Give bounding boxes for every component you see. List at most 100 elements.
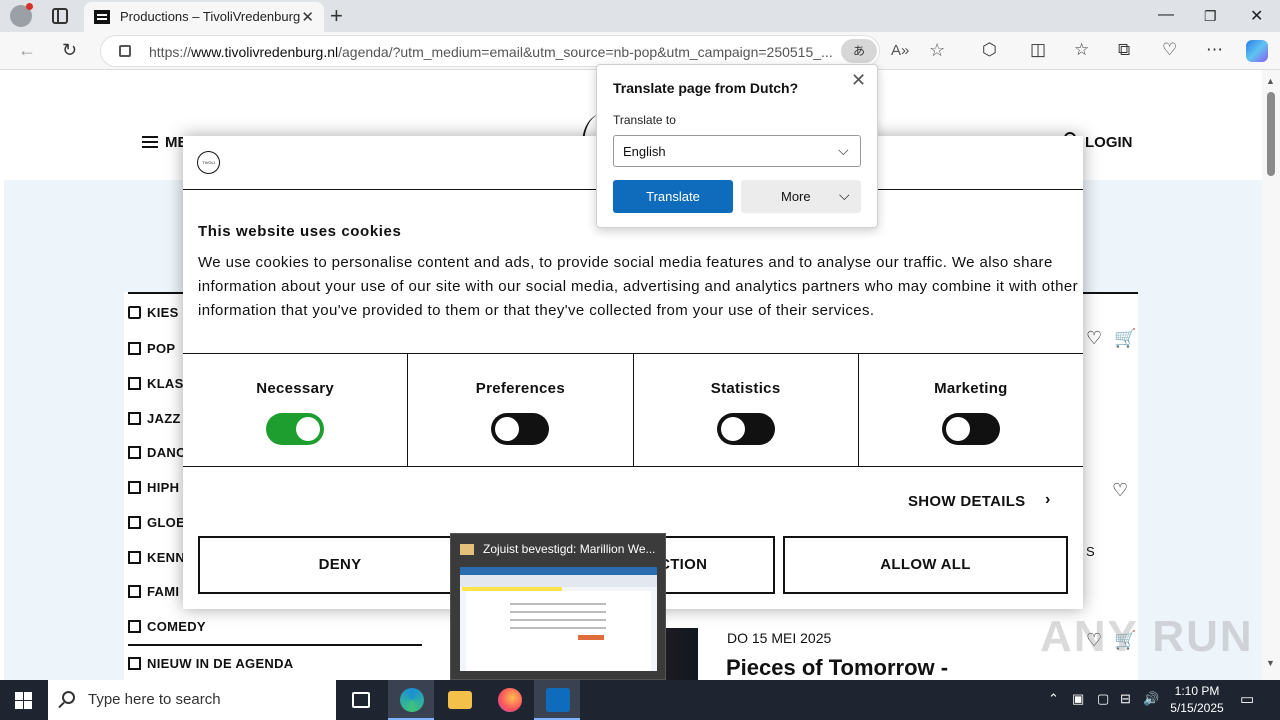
translate-button[interactable]: Translate (613, 180, 733, 213)
edge-icon[interactable] (388, 680, 434, 720)
chevron-up-icon[interactable]: ⌃ (1048, 691, 1059, 707)
favorite-star-icon[interactable]: ☆ (929, 40, 945, 61)
performance-icon[interactable]: ♡ (1162, 40, 1177, 60)
filter-checkbox[interactable]: KENN (128, 550, 185, 565)
necessary-toggle[interactable] (266, 413, 325, 445)
close-tab-icon[interactable]: ✕ (301, 8, 314, 26)
checkbox-icon[interactable] (128, 551, 141, 564)
toggle-knob (495, 417, 520, 441)
refresh-icon[interactable]: ↻ (62, 40, 77, 61)
lock-icon[interactable] (119, 45, 131, 57)
new-tab-icon[interactable]: + (330, 3, 343, 29)
task-view-icon[interactable] (338, 680, 384, 720)
language-select[interactable]: English ⌵ (613, 135, 861, 167)
filter-checkbox[interactable]: JAZZ (128, 411, 181, 426)
clock-date: 5/15/2025 (1170, 701, 1224, 715)
checkbox-icon[interactable] (128, 446, 141, 459)
statistics-toggle[interactable] (716, 413, 775, 445)
heart-icon[interactable]: ♡ (1086, 328, 1102, 349)
checkbox-icon[interactable] (128, 657, 141, 670)
filter-checkbox[interactable]: FAMI (128, 584, 179, 599)
checkbox-icon[interactable] (128, 585, 141, 598)
outlook-icon[interactable] (534, 680, 580, 720)
login-link[interactable]: LOGIN (1085, 134, 1133, 151)
minimize-icon[interactable]: — (1158, 6, 1174, 24)
translate-icon[interactable]: あ (841, 39, 877, 63)
show-details-link[interactable]: SHOW DETAILS (908, 493, 1025, 510)
cookie-body-text: We use cookies to personalise content an… (198, 254, 1078, 319)
taskbar-search[interactable]: Type here to search (48, 680, 336, 720)
vertical-scrollbar[interactable]: ▲ ▼ (1262, 70, 1280, 680)
thumbnail-image[interactable] (460, 567, 657, 671)
device-icon[interactable]: ▢ (1097, 691, 1109, 707)
checkbox-icon[interactable] (128, 481, 141, 494)
tab-actions-icon[interactable] (52, 8, 68, 24)
calendar-icon (128, 306, 141, 319)
back-icon[interactable]: ← (18, 40, 36, 61)
network-icon[interactable]: ⊟ (1120, 691, 1131, 707)
browser-tab-bar: Productions – TivoliVredenburg ✕ + — ❐ ✕ (0, 0, 1280, 32)
checkbox-icon[interactable] (128, 516, 141, 529)
collections-icon[interactable]: ⧉ (1118, 40, 1130, 60)
category-label: Necessary (256, 380, 335, 397)
windows-taskbar: Type here to search ⌃ ▣ ▢ ⊟ 🔊 1:10 PM 5/… (0, 680, 1280, 720)
scrollbar-thumb[interactable] (1267, 92, 1275, 176)
translate-title: Translate page from Dutch? (613, 80, 799, 96)
close-window-icon[interactable]: ✕ (1250, 6, 1263, 26)
filter-checkbox[interactable]: GLOE (128, 515, 185, 530)
volume-icon[interactable]: 🔊 (1143, 691, 1159, 707)
browser-tab[interactable]: Productions – TivoliVredenburg ✕ (84, 2, 324, 32)
more-button[interactable]: More ⌵ (741, 180, 861, 213)
category-necessary: Necessary (183, 354, 409, 466)
translate-to-label: Translate to (613, 113, 676, 127)
close-icon[interactable]: ✕ (851, 70, 866, 91)
preview-titlebar (460, 567, 657, 575)
extensions-icon[interactable]: ⬡ (982, 40, 997, 60)
more-icon[interactable]: ⋯ (1206, 40, 1223, 60)
event-title[interactable]: Pieces of Tomorrow - (726, 655, 948, 680)
deny-button[interactable]: DENY (198, 536, 482, 594)
preview-text-line (510, 603, 606, 605)
tivoli-logo: TIVOLI (197, 151, 220, 174)
read-aloud-icon[interactable]: A» (891, 42, 909, 59)
marketing-toggle[interactable] (941, 413, 1000, 445)
file-explorer-icon[interactable] (436, 680, 482, 720)
profile-icon[interactable] (10, 3, 33, 27)
windows-start-icon[interactable] (15, 692, 32, 709)
site-favicon-icon (94, 10, 110, 24)
favorites-icon[interactable]: ☆ (1074, 40, 1089, 60)
toggle-knob (720, 417, 745, 441)
hamburger-icon[interactable] (142, 136, 158, 148)
filter-checkbox[interactable]: POP (128, 341, 175, 356)
system-clock[interactable]: 1:10 PM 5/15/2025 (1162, 683, 1232, 717)
scroll-down-icon[interactable]: ▼ (1266, 658, 1275, 668)
checkbox-icon[interactable] (128, 620, 141, 633)
filter-checkbox[interactable]: NIEUW IN DE AGENDA (128, 656, 293, 671)
preview-text-line (510, 619, 606, 621)
outlook-tray-icon[interactable]: ▣ (1072, 691, 1084, 707)
restore-icon[interactable]: ❐ (1204, 8, 1217, 25)
firefox-icon[interactable] (486, 680, 532, 720)
filter-checkbox[interactable]: KLAS (128, 376, 184, 391)
cart-icon[interactable]: 🛒 (1114, 328, 1136, 349)
checkbox-icon[interactable] (128, 412, 141, 425)
checkbox-icon[interactable] (128, 342, 141, 355)
notification-icon[interactable]: ▭ (1240, 690, 1254, 708)
cookie-categories: Necessary Preferences Statistics Marketi… (183, 353, 1083, 467)
checkbox-icon[interactable] (128, 377, 141, 390)
taskbar-thumbnail-preview[interactable]: Zojuist bevestigd: Marillion We... (450, 533, 666, 680)
preferences-toggle[interactable] (491, 413, 550, 445)
filter-checkbox[interactable]: COMEDY (128, 619, 206, 634)
url-text[interactable]: https://www.tivolivredenburg.nl/agenda/?… (149, 44, 839, 60)
filter-checkbox[interactable]: HIPH (128, 480, 179, 495)
filter-checkbox[interactable]: DANC (128, 445, 186, 460)
allow-all-button[interactable]: ALLOW ALL (783, 536, 1068, 594)
split-screen-icon[interactable]: ◫ (1030, 40, 1046, 60)
copilot-icon[interactable] (1246, 40, 1268, 62)
heart-icon[interactable]: ♡ (1112, 480, 1128, 501)
event-date: DO 15 MEI 2025 (727, 630, 832, 646)
filter-date[interactable]: KIES (128, 305, 179, 320)
scroll-up-icon[interactable]: ▲ (1266, 76, 1275, 86)
chevron-right-icon[interactable]: › (1045, 491, 1050, 509)
url-bar[interactable]: https://www.tivolivredenburg.nl/agenda/?… (100, 35, 945, 67)
